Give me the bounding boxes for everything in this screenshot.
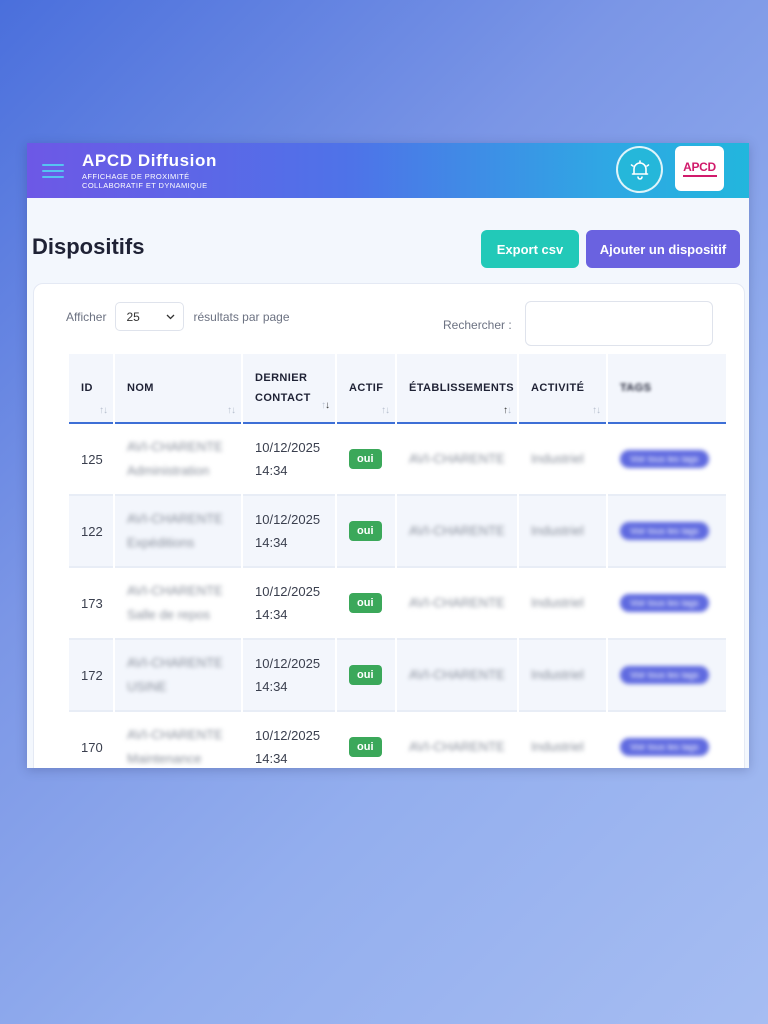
cell-dernier-contact: 10/12/2025 14:34	[243, 568, 335, 640]
search-label: Rechercher :	[443, 318, 512, 332]
table-row[interactable]: 172 AVI-CHARENTE USINE 10/12/2025 14:34 ou…	[69, 640, 726, 712]
table-header-row: ID ↑↓ NOM ↑↓ DERNIER CONTACT ↑↓ ACTIF ↑↓ ÉTAB…	[69, 354, 726, 424]
cell-actif: oui	[337, 712, 395, 768]
cell-id: 122	[69, 496, 113, 568]
cell-tags: Voir tous les tags	[608, 640, 726, 712]
cell-activite: Industriel	[519, 424, 606, 496]
cell-activite: Industriel	[519, 640, 606, 712]
sort-arrows-icon: ↑↓	[592, 405, 601, 416]
tags-button[interactable]: Voir tous les tags	[620, 738, 709, 756]
cell-tags: Voir tous les tags	[608, 496, 726, 568]
cell-nom: AVI-CHARENTE Salle de repos	[115, 568, 241, 640]
table-row[interactable]: 173 AVI-CHARENTE Salle de repos 10/12/202…	[69, 568, 726, 640]
logo-text: APCD	[683, 159, 716, 174]
cell-etablissements: AVI-CHARENTE	[397, 496, 517, 568]
column-header-dernier-contact[interactable]: DERNIER CONTACT ↑↓	[243, 354, 335, 424]
page-size-select[interactable]: 25	[115, 302, 185, 331]
cell-actif: oui	[337, 568, 395, 640]
column-header-tags[interactable]: TAGS	[608, 354, 726, 424]
table-row[interactable]: 122 AVI-CHARENTE Expéditions 10/12/2025 14…	[69, 496, 726, 568]
sort-arrows-icon: ↑↓	[503, 405, 512, 416]
app-title: APCD Diffusion	[82, 151, 217, 170]
sort-arrows-icon: ↑↓	[99, 405, 108, 416]
cell-etablissements: AVI-CHARENTE	[397, 568, 517, 640]
cell-actif: oui	[337, 496, 395, 568]
status-badge: oui	[349, 737, 382, 757]
cell-etablissements: AVI-CHARENTE	[397, 712, 517, 768]
cell-tags: Voir tous les tags	[608, 712, 726, 768]
page-size-control: Afficher 25 résultats par page	[66, 302, 290, 331]
cell-nom: AVI-CHARENTE Administration	[115, 424, 241, 496]
page-size-value: 25	[126, 309, 140, 324]
cell-dernier-contact: 10/12/2025 14:34	[243, 424, 335, 496]
column-header-activite[interactable]: ACTIVITÉ ↑↓	[519, 354, 606, 424]
cell-activite: Industriel	[519, 496, 606, 568]
show-label: Afficher	[66, 309, 107, 324]
company-logo[interactable]: APCD	[675, 146, 724, 191]
status-badge: oui	[349, 449, 382, 469]
export-csv-button[interactable]: Export csv	[481, 230, 579, 268]
logo-underline	[682, 174, 717, 177]
column-header-id[interactable]: ID ↑↓	[69, 354, 113, 424]
cell-actif: oui	[337, 640, 395, 712]
brand[interactable]: APCD Diffusion AFFICHAGE DE PROXIMITÉ CO…	[82, 151, 217, 190]
table-row[interactable]: 170 AVI-CHARENTE Maintenance 10/12/2025 14…	[69, 712, 726, 768]
cell-nom: AVI-CHARENTE Maintenance	[115, 712, 241, 768]
status-badge: oui	[349, 593, 382, 613]
cell-dernier-contact: 10/12/2025 14:34	[243, 640, 335, 712]
column-header-actif[interactable]: ACTIF ↑↓	[337, 354, 395, 424]
cell-tags: Voir tous les tags	[608, 424, 726, 496]
status-badge: oui	[349, 665, 382, 685]
devices-table: ID ↑↓ NOM ↑↓ DERNIER CONTACT ↑↓ ACTIF ↑↓ ÉTAB…	[67, 354, 728, 768]
search-input[interactable]	[525, 301, 713, 346]
cell-id: 173	[69, 568, 113, 640]
column-header-nom[interactable]: NOM ↑↓	[115, 354, 241, 424]
tags-button[interactable]: Voir tous les tags	[620, 666, 709, 684]
cell-activite: Industriel	[519, 712, 606, 768]
add-device-button[interactable]: Ajouter un dispositif	[586, 230, 740, 268]
tags-button[interactable]: Voir tous les tags	[620, 522, 709, 540]
cell-id: 125	[69, 424, 113, 496]
per-page-label: résultats par page	[193, 309, 290, 324]
cell-activite: Industriel	[519, 568, 606, 640]
cell-etablissements: AVI-CHARENTE	[397, 424, 517, 496]
cell-dernier-contact: 10/12/2025 14:34	[243, 712, 335, 768]
page-title: Dispositifs	[32, 234, 145, 259]
tags-button[interactable]: Voir tous les tags	[620, 450, 709, 468]
app-subtitle: AFFICHAGE DE PROXIMITÉ COLLABORATIF ET D…	[82, 172, 208, 190]
sort-arrows-icon: ↑↓	[381, 405, 390, 416]
cell-id: 172	[69, 640, 113, 712]
cell-actif: oui	[337, 424, 395, 496]
alarm-bell-icon[interactable]	[616, 146, 663, 193]
cell-etablissements: AVI-CHARENTE	[397, 640, 517, 712]
sort-arrows-icon: ↑↓	[321, 400, 330, 411]
tags-button[interactable]: Voir tous les tags	[620, 594, 709, 612]
sort-arrows-icon: ↑↓	[227, 405, 236, 416]
top-bar: APCD Diffusion AFFICHAGE DE PROXIMITÉ CO…	[27, 143, 749, 198]
hamburger-icon[interactable]	[42, 163, 64, 178]
chevron-down-icon	[167, 314, 175, 319]
app-window: APCD Diffusion AFFICHAGE DE PROXIMITÉ CO…	[27, 143, 749, 768]
column-header-etablissements[interactable]: ÉTABLISSEMENTS ↑↓	[397, 354, 517, 424]
cell-id: 170	[69, 712, 113, 768]
devices-card: Afficher 25 résultats par page Recherche…	[33, 283, 745, 768]
cell-nom: AVI-CHARENTE Expéditions	[115, 496, 241, 568]
status-badge: oui	[349, 521, 382, 541]
cell-nom: AVI-CHARENTE USINE	[115, 640, 241, 712]
table-row[interactable]: 125 AVI-CHARENTE Administration 10/12/202…	[69, 424, 726, 496]
cell-dernier-contact: 10/12/2025 14:34	[243, 496, 335, 568]
cell-tags: Voir tous les tags	[608, 568, 726, 640]
